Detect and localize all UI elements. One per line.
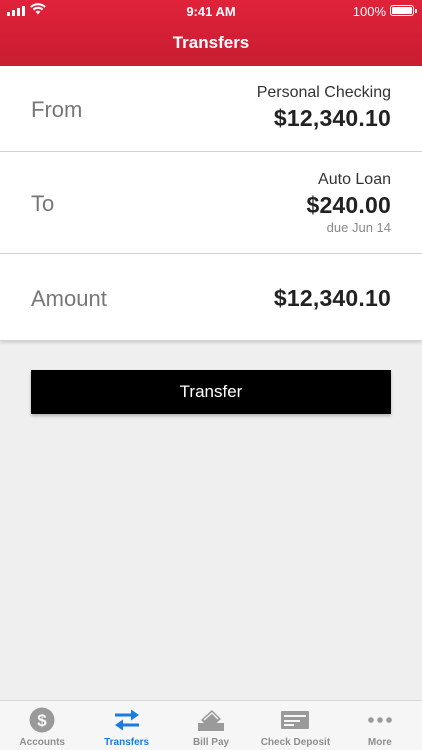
from-account-balance: $12,340.10 <box>273 105 391 131</box>
tab-transfers[interactable]: Transfers <box>84 701 168 750</box>
more-dots-icon <box>367 707 393 733</box>
from-label: From <box>31 97 83 122</box>
amount-value[interactable]: $12,340.10 <box>274 285 391 312</box>
tab-label: Accounts <box>19 737 65 748</box>
to-account-name: Auto Loan <box>318 171 391 188</box>
from-account-name: Personal Checking <box>256 84 391 101</box>
amount-label: Amount <box>31 286 107 311</box>
transfer-button[interactable]: Transfer <box>31 370 391 414</box>
to-label: To <box>31 191 55 216</box>
to-details: Auto Loan $240.00 due Jun 14 <box>306 171 391 235</box>
tab-label: Check Deposit <box>260 737 331 748</box>
transfer-arrows-icon <box>113 707 141 733</box>
from-details: Personal Checking $12,340.10 <box>257 84 391 132</box>
tab-more[interactable]: More <box>338 701 422 750</box>
status-bar: 9:41 AM 100% <box>0 0 422 22</box>
bill-pay-icon <box>197 707 225 733</box>
app-header: 9:41 AM 100% Transfers <box>0 0 422 66</box>
tab-label: Bill Pay <box>192 737 230 748</box>
tab-bill-pay[interactable]: Bill Pay <box>169 701 253 750</box>
tab-label: More <box>367 737 392 748</box>
amount-row[interactable]: Amount $12,340.10 <box>0 254 422 341</box>
battery-percent: 100% <box>352 4 386 19</box>
to-due-date: due Jun 14 <box>326 220 391 235</box>
check-deposit-icon <box>281 707 310 733</box>
dollar-circle-icon: $ <box>29 707 55 733</box>
tab-bar: $ Accounts Transfers Bill Pay Check Depo… <box>0 700 422 750</box>
battery-icon <box>390 5 417 16</box>
to-account-amount: $240.00 <box>306 192 391 218</box>
tab-accounts[interactable]: $ Accounts <box>0 701 84 750</box>
tab-check-deposit[interactable]: Check Deposit <box>253 701 337 750</box>
svg-text:$: $ <box>37 711 47 730</box>
to-row[interactable]: To Auto Loan $240.00 due Jun 14 <box>0 152 422 254</box>
tab-label: Transfers <box>104 737 150 748</box>
page-title: Transfers <box>172 33 250 52</box>
from-row[interactable]: From Personal Checking $12,340.10 <box>0 66 422 152</box>
